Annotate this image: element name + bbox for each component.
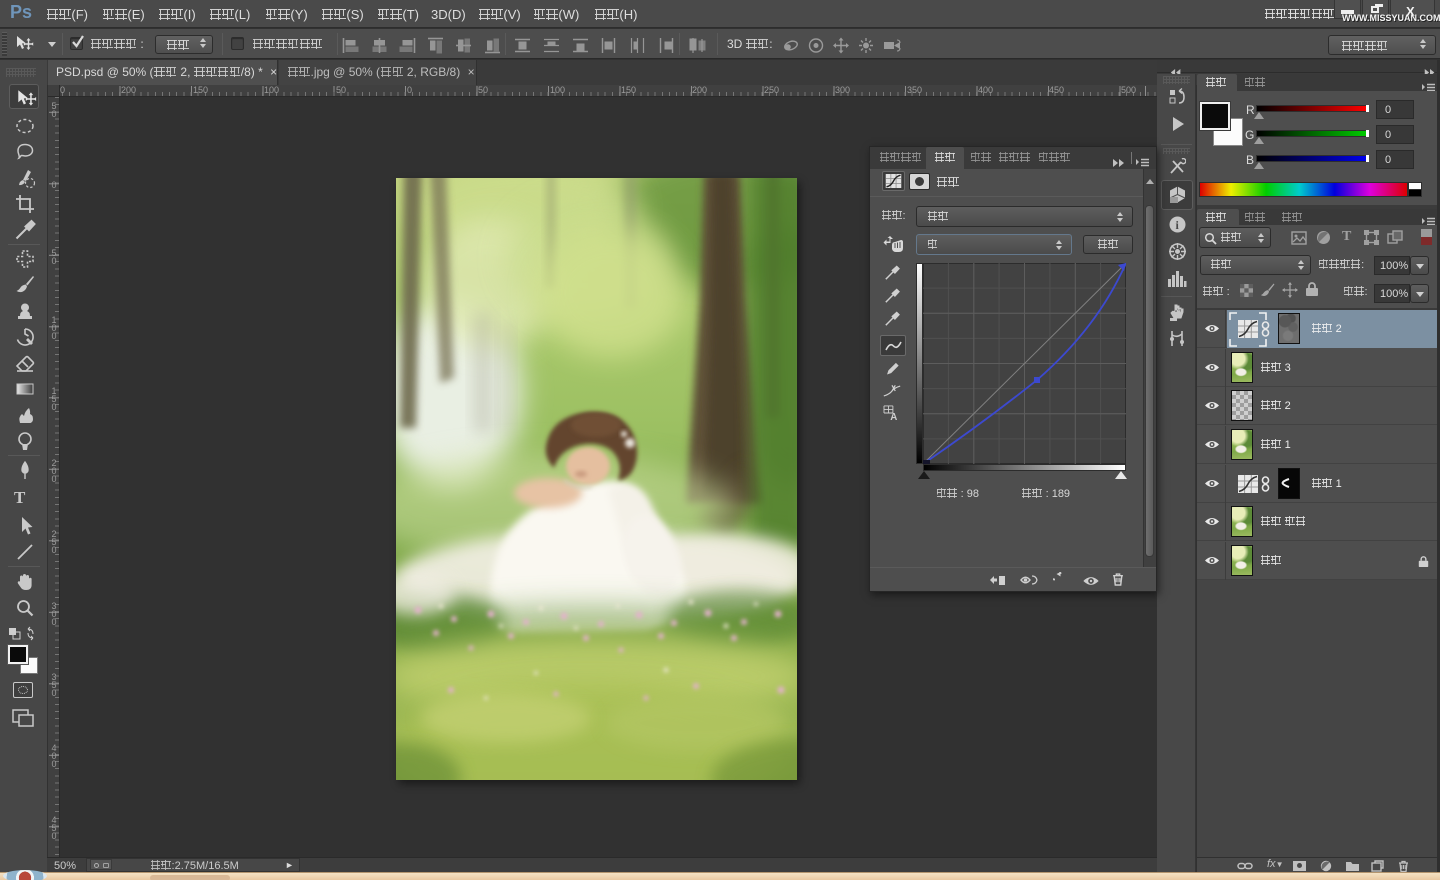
svg-text:A: A bbox=[890, 412, 897, 421]
